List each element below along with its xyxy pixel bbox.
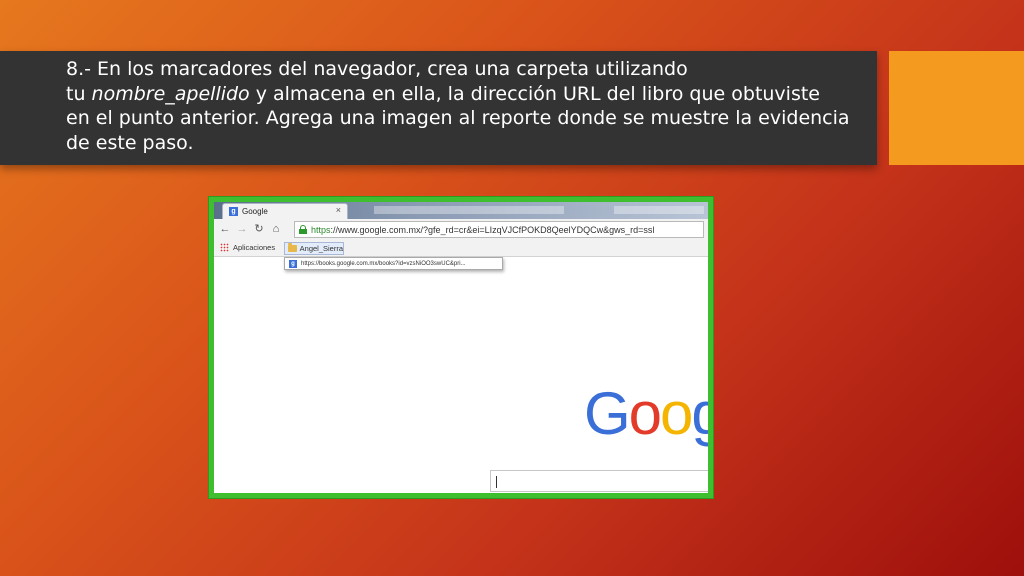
folder-icon: [288, 243, 297, 252]
back-arrow-icon[interactable]: ←: [218, 222, 232, 236]
tab-strip: g Google ×: [214, 202, 708, 219]
forward-arrow-icon[interactable]: →: [235, 222, 249, 236]
search-input[interactable]: [490, 470, 708, 492]
close-tab-icon[interactable]: ×: [336, 205, 341, 215]
accent-box: [889, 51, 1024, 165]
bookmark-dropdown-item[interactable]: g https://books.google.com.mx/books?id=v…: [284, 257, 503, 270]
background-tab-blur: [614, 206, 704, 214]
browser-toolbar: ← → ↻ ⌂ https://www.google.com.mx/?gfe_r…: [214, 219, 708, 241]
google-favicon-icon: g: [289, 259, 297, 268]
screenshot-frame: g Google × ← → ↻ ⌂ https://www.google.co…: [208, 196, 714, 499]
title-line-3: en el punto anterior. Agrega una imagen …: [66, 107, 850, 129]
bookmark-folder-label: Angel_Sierra: [299, 244, 343, 253]
browser-window: g Google × ← → ↻ ⌂ https://www.google.co…: [214, 202, 708, 493]
text-caret: [496, 476, 497, 488]
title-line-4: de este paso.: [66, 131, 194, 154]
bookmarks-bar: Aplicaciones Angel_Sierra: [214, 241, 708, 257]
apps-grid-icon: [220, 243, 229, 252]
tab-google[interactable]: g Google ×: [222, 203, 348, 219]
bookmark-apps-label: Aplicaciones: [233, 243, 276, 252]
title-line-2: tu nombre_apellido y almacena en ella, l…: [66, 82, 820, 105]
title-line-1: 8.- En los marcadores del navegador, cre…: [66, 58, 688, 80]
url-text: https://www.google.com.mx/?gfe_rd=cr&ei=…: [311, 224, 655, 235]
background-tab-blur: [374, 206, 564, 214]
bookmark-apps[interactable]: Aplicaciones: [220, 243, 275, 252]
google-favicon-icon: g: [229, 207, 238, 216]
home-icon[interactable]: ⌂: [269, 222, 283, 236]
tab-title: Google: [242, 207, 268, 216]
reload-icon[interactable]: ↻: [252, 222, 266, 236]
google-logo: Goog: [584, 380, 708, 447]
address-bar[interactable]: https://www.google.com.mx/?gfe_rd=cr&ei=…: [294, 221, 704, 238]
bookmark-folder-angel-sierra[interactable]: Angel_Sierra: [284, 242, 344, 255]
bookmark-url: https://books.google.com.mx/books?id=vzs…: [301, 260, 466, 267]
lock-icon: [299, 225, 307, 234]
title-italic-term: nombre_apellido: [91, 82, 250, 105]
slide-title: 8.- En los marcadores del navegador, cre…: [66, 57, 866, 155]
